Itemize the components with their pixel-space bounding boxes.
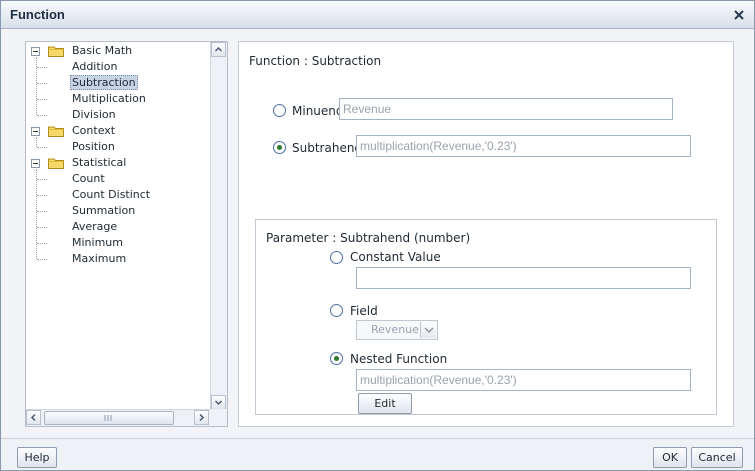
field-label: Field: [350, 304, 378, 318]
collapse-icon[interactable]: [31, 159, 40, 168]
subtrahend-radio[interactable]: [273, 141, 286, 154]
scrollbar-corner: [210, 409, 227, 426]
scroll-up-icon[interactable]: [211, 42, 226, 57]
constant-value-radio[interactable]: [330, 251, 343, 264]
parameter-group: Parameter : Subtrahend (number) Constant…: [255, 219, 717, 415]
tree-item-count[interactable]: Count: [72, 171, 105, 187]
folder-icon: [48, 125, 64, 137]
tree-item-addition[interactable]: Addition: [72, 59, 117, 75]
field-select-value: Revenue: [371, 323, 419, 336]
cancel-button[interactable]: Cancel: [691, 447, 743, 468]
help-button[interactable]: Help: [17, 447, 57, 468]
tree-item-multiplication[interactable]: Multiplication: [72, 91, 146, 107]
tree-horizontal-scrollbar[interactable]: [26, 409, 211, 426]
scroll-down-icon[interactable]: [211, 395, 226, 410]
scroll-right-icon[interactable]: [194, 410, 209, 425]
tree-item-count-distinct[interactable]: Count Distinct: [72, 187, 150, 203]
collapse-icon[interactable]: [31, 127, 40, 136]
tree-item-average[interactable]: Average: [72, 219, 117, 235]
scroll-left-icon[interactable]: [26, 410, 41, 425]
title-bar: Function: [1, 1, 754, 29]
nested-function-label: Nested Function: [350, 352, 448, 366]
folder-icon: [48, 45, 64, 57]
subtrahend-label: Subtrahend: [292, 141, 363, 155]
tree-group-basic-math[interactable]: Basic Math: [72, 43, 132, 59]
nested-function-input[interactable]: multiplication(Revenue,'0.23'): [356, 369, 691, 391]
dialog-title: Function: [10, 7, 65, 22]
function-title: Function : Subtraction: [249, 54, 382, 68]
edit-button[interactable]: Edit: [358, 393, 412, 414]
minuend-input[interactable]: Revenue: [339, 98, 673, 120]
tree-group-statistical[interactable]: Statistical: [72, 155, 126, 171]
tree-content: Basic Math Addition Subtraction Multipli…: [26, 42, 211, 410]
minuend-radio[interactable]: [273, 104, 286, 117]
tree-vertical-scrollbar[interactable]: [210, 42, 227, 410]
dialog-footer: Help OK Cancel: [1, 438, 754, 470]
collapse-icon[interactable]: [31, 47, 40, 56]
function-editor-panel: Function : Subtraction Minuend Revenue S…: [238, 41, 734, 427]
function-tree[interactable]: Basic Math Addition Subtraction Multipli…: [25, 41, 228, 427]
tree-group-context[interactable]: Context: [72, 123, 115, 139]
folder-icon: [48, 157, 64, 169]
tree-item-division[interactable]: Division: [72, 107, 116, 123]
nested-function-radio[interactable]: [330, 352, 343, 365]
tree-item-maximum[interactable]: Maximum: [72, 251, 126, 267]
parameter-title: Parameter : Subtrahend (number): [266, 231, 471, 245]
tree-item-summation[interactable]: Summation: [72, 203, 135, 219]
field-radio[interactable]: [330, 304, 343, 317]
constant-value-label: Constant Value: [350, 250, 441, 264]
close-icon[interactable]: [732, 8, 746, 22]
field-select[interactable]: Revenue: [356, 320, 438, 340]
chevron-down-icon[interactable]: [420, 322, 436, 338]
ok-button[interactable]: OK: [653, 447, 687, 468]
subtrahend-input[interactable]: multiplication(Revenue,'0.23'): [356, 135, 691, 157]
tree-item-subtraction[interactable]: Subtraction: [70, 75, 138, 91]
constant-value-input[interactable]: [356, 267, 691, 289]
function-dialog: Function Basic Math Addition Subtraction…: [0, 0, 755, 471]
tree-item-minimum[interactable]: Minimum: [72, 235, 123, 251]
tree-item-position[interactable]: Position: [72, 139, 115, 155]
minuend-label: Minuend: [292, 104, 344, 118]
horizontal-scroll-thumb[interactable]: [44, 411, 174, 425]
